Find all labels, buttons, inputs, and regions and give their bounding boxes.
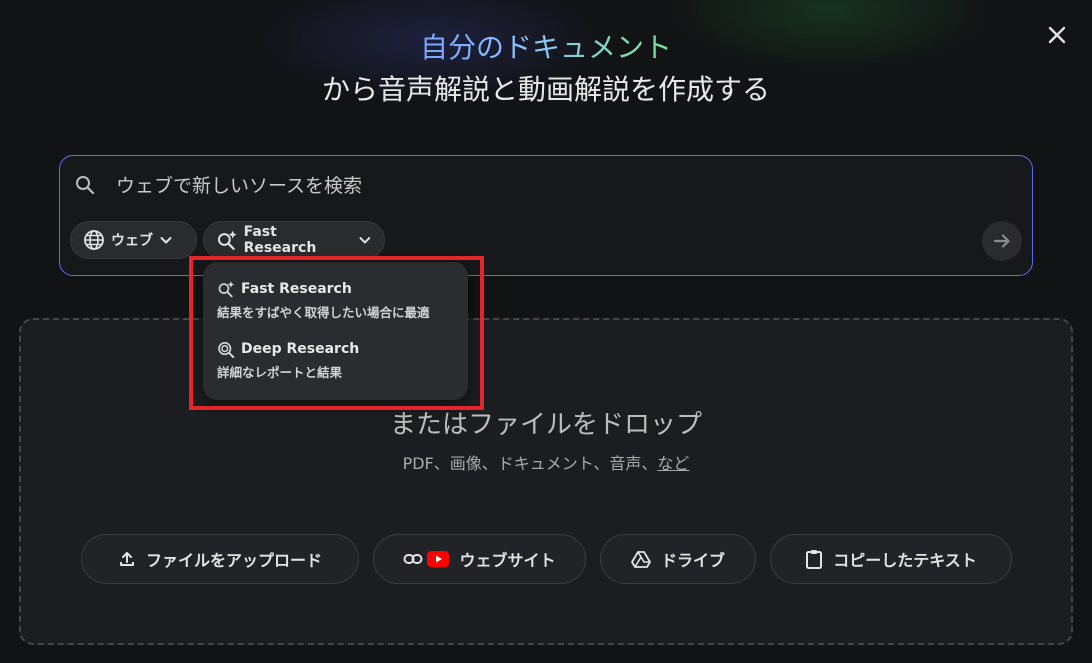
research-mode-chip[interactable]: Fast Research <box>203 221 385 259</box>
source-type-chip[interactable]: ウェブ <box>70 221 197 259</box>
search-icon <box>76 176 95 195</box>
drop-zone-subtitle: PDF、画像、ドキュメント、音声、など <box>21 450 1071 474</box>
title-highlight: 自分のドキュメント <box>419 31 672 64</box>
sparkle-search-icon <box>217 230 237 250</box>
arrow-right-icon <box>993 234 1010 248</box>
source-type-label: ウェブ <box>111 233 153 249</box>
globe-icon <box>84 230 104 250</box>
copied-text-label: コピーしたテキスト <box>833 551 977 570</box>
drop-zone-title: またはファイルをドロップ <box>389 410 702 440</box>
clipboard-icon <box>806 550 823 569</box>
youtube-icon <box>427 551 450 567</box>
dialog-title: 自分のドキュメント から音声解説と動画解説を作成する <box>0 30 1092 110</box>
research-mode-label: Fast Research <box>243 224 317 256</box>
upload-file-button[interactable]: ファイルをアップロード <box>81 534 359 584</box>
drive-icon <box>631 551 651 568</box>
upload-icon <box>119 552 134 566</box>
more-types-link[interactable]: など <box>657 454 689 473</box>
supported-types-text: PDF、画像、ドキュメント、音声、 <box>402 454 658 473</box>
add-website-button[interactable]: ウェブサイト <box>373 534 586 584</box>
drive-label: ドライブ <box>660 551 725 570</box>
annotation-highlight-box <box>189 256 484 410</box>
paste-text-button[interactable]: コピーしたテキスト <box>770 534 1012 584</box>
chevron-down-icon <box>160 237 172 244</box>
chevron-down-icon <box>359 237 371 244</box>
file-drop-zone[interactable]: またはファイルをドロップ PDF、画像、ドキュメント、音声、など ファイルをアッ… <box>19 318 1073 645</box>
link-icon <box>403 554 423 564</box>
submit-search-button[interactable] <box>982 221 1022 261</box>
google-drive-button[interactable]: ドライブ <box>600 534 756 584</box>
search-input[interactable] <box>116 170 996 202</box>
upload-file-label: ファイルをアップロード <box>145 551 322 570</box>
title-subtitle: から音声解説と動画解説を作成する <box>321 73 770 106</box>
website-label: ウェブサイト <box>459 551 556 570</box>
